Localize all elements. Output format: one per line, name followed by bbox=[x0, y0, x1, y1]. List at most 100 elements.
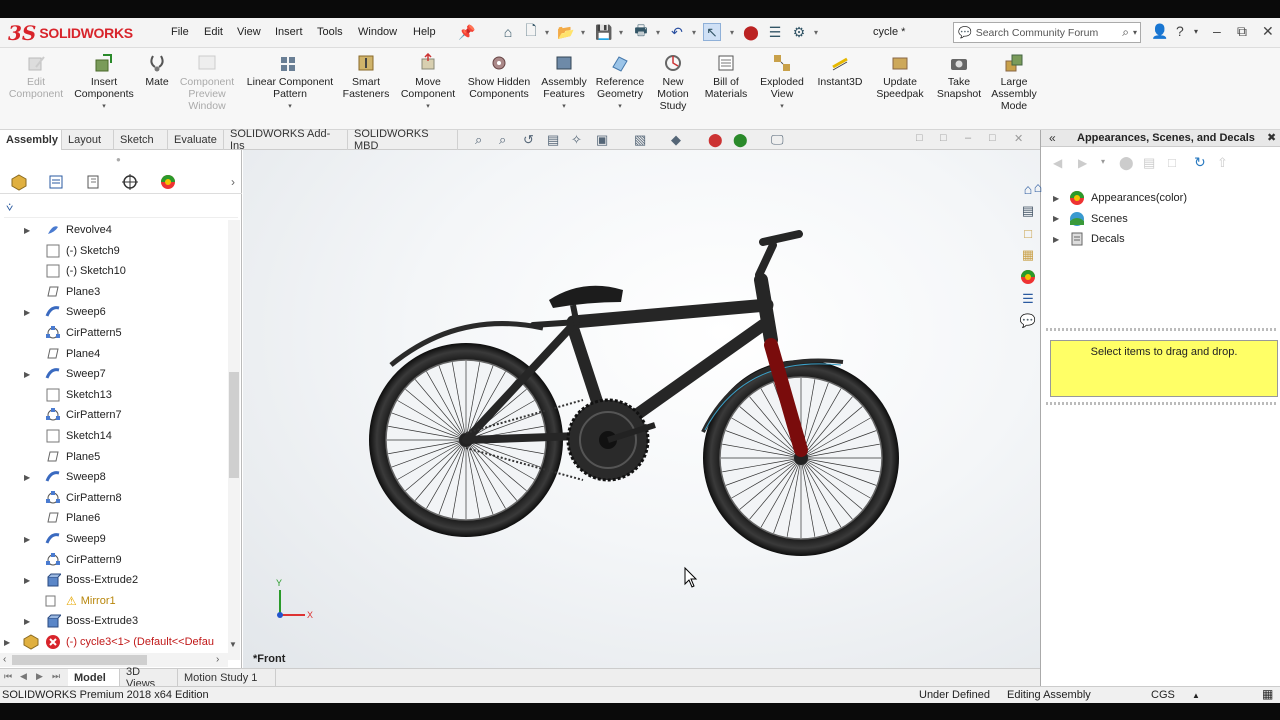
view-palette-tab-icon[interactable]: ▦ bbox=[1017, 244, 1039, 266]
expand-arrow-icon[interactable]: ▶ bbox=[24, 308, 36, 317]
task-pane-item[interactable]: ▶ Scenes bbox=[1053, 209, 1128, 229]
smart-fasteners-button[interactable]: Smart Fasteners bbox=[339, 52, 393, 100]
units-selector[interactable]: CGS bbox=[1151, 689, 1175, 701]
bottom-tabs-next-icon[interactable]: ▶ bbox=[36, 671, 43, 682]
menu-help[interactable]: Help bbox=[413, 26, 436, 38]
save-dropdown-icon[interactable]: ▾ bbox=[617, 23, 625, 41]
tree-item[interactable]: ▶ Sweep8 bbox=[0, 467, 228, 487]
viewport-restore-icon[interactable]: □ bbox=[916, 132, 923, 144]
options-dropdown-icon[interactable]: ▾ bbox=[812, 23, 820, 41]
update-speedpak-button[interactable]: Update Speedpak bbox=[872, 52, 928, 100]
insert-components-dropdown-icon[interactable]: ▾ bbox=[102, 101, 106, 113]
tab-assembly[interactable]: Assembly bbox=[0, 130, 62, 150]
save-icon[interactable]: 💾 bbox=[595, 23, 613, 41]
filter-funnel-icon[interactable]: ⩒ bbox=[6, 200, 13, 215]
move-component-dropdown-icon[interactable]: ▾ bbox=[426, 101, 430, 113]
property-manager-tab-icon[interactable] bbox=[45, 172, 67, 192]
expand-arrow-icon[interactable]: ▶ bbox=[1053, 214, 1063, 223]
options-gear-icon[interactable]: ⚙ bbox=[790, 23, 808, 41]
search-input[interactable]: Search Community Forum bbox=[976, 27, 1119, 39]
bottom-tabs-prev-icon[interactable]: ◀ bbox=[20, 671, 27, 682]
viewport-minimize-icon[interactable]: – bbox=[965, 132, 971, 144]
tree-item[interactable]: Plane3 bbox=[0, 282, 228, 302]
print-icon[interactable]: 🖶 bbox=[632, 22, 650, 41]
assembly-features-button[interactable]: Assembly Features ▾ bbox=[536, 52, 592, 113]
zoom-to-area-icon[interactable]: ⌕ bbox=[499, 132, 506, 148]
tree-item[interactable]: ▶ Sweep7 bbox=[0, 364, 228, 384]
file-explorer-tab-icon[interactable]: □ bbox=[1017, 222, 1039, 244]
tab-3d-views[interactable]: 3D Views bbox=[120, 666, 178, 690]
viewport-close-icon[interactable]: ✕ bbox=[1014, 132, 1023, 145]
select-cursor-icon[interactable]: ↖ bbox=[703, 23, 721, 41]
new-document-icon[interactable]: 🗋 bbox=[522, 22, 540, 41]
mate-button[interactable]: Mate bbox=[140, 52, 174, 88]
feature-manager-tab-icon[interactable] bbox=[8, 172, 30, 192]
exploded-view-button[interactable]: Exploded View ▾ bbox=[756, 52, 808, 113]
take-snapshot-button[interactable]: Take Snapshot bbox=[932, 52, 986, 100]
expand-arrow-icon[interactable]: ▶ bbox=[1053, 194, 1063, 203]
help-dropdown-icon[interactable]: ▾ bbox=[1194, 27, 1198, 36]
menu-window[interactable]: Window bbox=[358, 26, 397, 38]
pane-splitter[interactable] bbox=[1046, 328, 1278, 331]
select-dropdown-icon[interactable]: ▾ bbox=[728, 23, 736, 41]
bicycle-model[interactable]: Y X bbox=[243, 150, 1040, 670]
tree-item[interactable]: CirPattern8 bbox=[0, 488, 228, 508]
close-icon[interactable]: ✕ bbox=[1262, 23, 1274, 40]
expand-arrow-icon[interactable]: ▶ bbox=[24, 473, 36, 482]
expand-arrow-icon[interactable]: ▶ bbox=[24, 535, 36, 544]
bill-of-materials-button[interactable]: Bill of Materials bbox=[700, 52, 752, 100]
insert-components-button[interactable]: Insert Components ▾ bbox=[72, 52, 136, 113]
tab-motion-study-1[interactable]: Motion Study 1 bbox=[178, 669, 276, 686]
solidworks-logo[interactable]: 3S SOLIDWORKS bbox=[8, 20, 146, 46]
search-community-forum[interactable]: 💬 Search Community Forum ⌕ ▾ bbox=[953, 22, 1141, 43]
tree-scroll-down-icon[interactable]: ▼ bbox=[229, 640, 237, 649]
custom-properties-tab-icon[interactable]: ☰ bbox=[1017, 288, 1039, 310]
reference-geometry-dropdown-icon[interactable]: ▾ bbox=[618, 101, 622, 113]
tree-horizontal-scroll-thumb[interactable] bbox=[12, 655, 147, 665]
tree-item[interactable]: ⚠ Mirror1 bbox=[0, 591, 228, 611]
new-dropdown-icon[interactable]: ▾ bbox=[543, 23, 551, 41]
feature-tree-filter[interactable]: ⩒ bbox=[4, 198, 238, 218]
edit-appearance-icon[interactable]: ⬤ bbox=[708, 132, 723, 148]
up-one-level-icon[interactable]: ⇧ bbox=[1217, 155, 1228, 171]
viewport-maximize-icon[interactable]: □ bbox=[989, 132, 996, 144]
appearances-tab-icon[interactable] bbox=[1017, 266, 1039, 288]
dynamic-annotation-icon[interactable]: ✧ bbox=[571, 132, 582, 148]
expand-arrow-icon[interactable]: ▶ bbox=[24, 226, 36, 235]
units-dropdown-icon[interactable]: ▲ bbox=[1192, 691, 1200, 700]
expand-arrow-icon[interactable]: ▶ bbox=[4, 638, 16, 647]
new-motion-study-button[interactable]: New Motion Study bbox=[651, 52, 695, 112]
restore-icon[interactable]: ⧉ bbox=[1237, 23, 1247, 40]
component-preview-window-button[interactable]: Component Preview Window bbox=[176, 52, 238, 112]
open-icon[interactable]: 📂 bbox=[557, 23, 575, 41]
search-icon[interactable]: ⌕ bbox=[1122, 25, 1129, 40]
menu-edit[interactable]: Edit bbox=[204, 26, 223, 38]
expand-arrow-icon[interactable]: ▶ bbox=[24, 370, 36, 379]
tab-solidworks-mbd[interactable]: SOLIDWORKS MBD bbox=[348, 128, 458, 152]
menu-view[interactable]: View bbox=[237, 26, 261, 38]
panel-grip-icon[interactable]: ● bbox=[116, 155, 121, 164]
tree-item[interactable]: CirPattern9 bbox=[0, 550, 228, 570]
tree-item[interactable]: ▶ Sweep6 bbox=[0, 302, 228, 322]
tree-item[interactable]: (-) Sketch9 bbox=[0, 241, 228, 261]
tree-item[interactable]: Plane6 bbox=[0, 508, 228, 528]
view-settings-icon[interactable]: 🖵 bbox=[771, 132, 784, 148]
tree-item[interactable]: ▶ Sweep9 bbox=[0, 529, 228, 549]
file-properties-icon[interactable]: ☰ bbox=[766, 23, 784, 41]
tree-item[interactable]: (-) Sketch10 bbox=[0, 261, 228, 281]
rebuild-traffic-light-icon[interactable]: ⬤ bbox=[742, 23, 760, 41]
forward-icon[interactable]: ▶ bbox=[1078, 156, 1087, 170]
tab-evaluate[interactable]: Evaluate bbox=[168, 130, 224, 150]
collapse-pane-icon[interactable]: « bbox=[1049, 131, 1056, 145]
panel-expand-chevron-icon[interactable]: › bbox=[222, 172, 244, 192]
menu-tools[interactable]: Tools bbox=[317, 26, 343, 38]
tab-model[interactable]: Model bbox=[68, 669, 120, 686]
large-assembly-mode-button[interactable]: Large Assembly Mode bbox=[988, 52, 1040, 112]
add-file-location-icon[interactable]: ▤ bbox=[1143, 155, 1155, 171]
instant3d-button[interactable]: Instant3D bbox=[814, 52, 866, 88]
back-icon[interactable]: ◀ bbox=[1053, 156, 1062, 170]
tree-scroll-left-icon[interactable]: ‹ bbox=[3, 654, 6, 665]
design-library-tab-icon[interactable]: ▤ bbox=[1017, 200, 1039, 222]
tab-sketch[interactable]: Sketch bbox=[114, 130, 168, 150]
menu-insert[interactable]: Insert bbox=[275, 26, 303, 38]
